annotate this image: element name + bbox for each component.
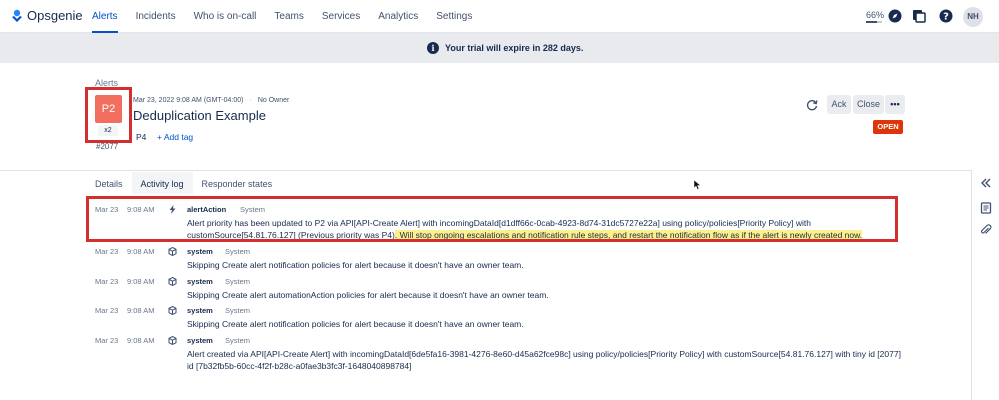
alert-count-badge: x2 bbox=[98, 125, 118, 136]
alert-date: Mar 23, 2022 9:08 AM (GMT-04:00) bbox=[133, 97, 244, 104]
log-actor: system bbox=[187, 306, 213, 315]
log-source: System bbox=[225, 277, 251, 286]
log-message: Skipping Create alert notification polic… bbox=[187, 319, 524, 329]
avatar[interactable]: NH bbox=[963, 7, 983, 27]
log-actor: system bbox=[187, 247, 213, 256]
nav-incidents[interactable]: Incidents bbox=[136, 0, 176, 33]
log-time: 9:08 AM bbox=[127, 247, 155, 256]
trial-banner: i Your trial will expire in 282 days. bbox=[0, 33, 999, 63]
log-message: Skipping Create alert notification polic… bbox=[187, 260, 524, 270]
log-time: 9:08 AM bbox=[127, 306, 155, 315]
tab-activity-log[interactable]: Activity log bbox=[131, 172, 193, 194]
refresh-icon[interactable] bbox=[805, 98, 819, 112]
side-panel bbox=[971, 170, 999, 400]
log-actor: system bbox=[187, 277, 213, 286]
main-nav: Alerts Incidents Who is on-call Teams Se… bbox=[92, 0, 490, 33]
tab-details[interactable]: Details bbox=[86, 172, 132, 194]
nav-settings[interactable]: Settings bbox=[436, 0, 472, 33]
log-source: System bbox=[225, 306, 251, 315]
app-name: Opsgenie bbox=[27, 8, 83, 23]
ack-button[interactable]: Ack bbox=[827, 95, 851, 114]
nav-analytics[interactable]: Analytics bbox=[378, 0, 418, 33]
log-time: 9:08 AM bbox=[127, 277, 155, 286]
help-icon[interactable]: ? bbox=[939, 9, 953, 23]
top-navigation: Opsgenie Alerts Incidents Who is on-call… bbox=[0, 0, 999, 33]
tab-bar: Details Activity log Responder states bbox=[86, 172, 281, 194]
log-date: Mar 23 bbox=[95, 306, 119, 315]
alert-title: Deduplication Example bbox=[133, 108, 266, 123]
cube-icon bbox=[168, 306, 177, 315]
meta-separator: · bbox=[249, 97, 252, 104]
log-source: System bbox=[225, 336, 251, 345]
apps-icon[interactable] bbox=[912, 9, 926, 23]
tab-responder-states[interactable]: Responder states bbox=[193, 172, 282, 194]
tiny-id: #2077 bbox=[96, 142, 119, 151]
opsgenie-logo-icon bbox=[12, 9, 22, 22]
log-date: Mar 23 bbox=[95, 247, 119, 256]
alert-meta: Mar 23, 2022 9:08 AM (GMT-04:00) · No Ow… bbox=[133, 97, 289, 104]
close-button[interactable]: Close bbox=[853, 95, 884, 114]
log-message: Skipping Create alert automationAction p… bbox=[187, 290, 549, 300]
logo[interactable]: Opsgenie bbox=[11, 8, 83, 23]
mouse-cursor-icon bbox=[694, 180, 702, 190]
cube-icon bbox=[168, 277, 177, 286]
add-tag-link[interactable]: + Add tag bbox=[157, 132, 193, 142]
more-actions-button[interactable]: ••• bbox=[885, 95, 905, 114]
attachment-icon[interactable] bbox=[980, 224, 992, 236]
priority-tag[interactable]: P4 bbox=[136, 132, 146, 142]
usage-bar bbox=[866, 21, 882, 23]
entry-annotation-box bbox=[86, 196, 898, 242]
priority-annotation-box: P2 x2 bbox=[85, 87, 132, 143]
log-message: Alert created via API[API-Create Alert] … bbox=[187, 349, 901, 371]
compass-icon[interactable] bbox=[888, 9, 902, 23]
log-date: Mar 23 bbox=[95, 277, 119, 286]
cube-icon bbox=[168, 247, 177, 256]
usage-bar-fill bbox=[866, 21, 877, 23]
collapse-icon[interactable] bbox=[980, 177, 992, 189]
notes-icon[interactable] bbox=[980, 202, 992, 214]
nav-teams[interactable]: Teams bbox=[274, 0, 303, 33]
alert-owner[interactable]: No Owner bbox=[258, 97, 290, 104]
svg-text:?: ? bbox=[943, 12, 949, 23]
priority-badge: P2 bbox=[95, 95, 122, 123]
usage-percent[interactable]: 66% bbox=[866, 10, 884, 20]
nav-alerts[interactable]: Alerts bbox=[92, 0, 118, 33]
log-source: System bbox=[225, 247, 251, 256]
status-badge: OPEN bbox=[873, 120, 903, 134]
banner-text: Your trial will expire in 282 days. bbox=[445, 43, 584, 53]
info-icon: i bbox=[427, 42, 439, 54]
log-date: Mar 23 bbox=[95, 336, 119, 345]
nav-who-is-on-call[interactable]: Who is on-call bbox=[194, 0, 257, 33]
nav-services[interactable]: Services bbox=[322, 0, 360, 33]
cube-icon bbox=[168, 336, 177, 345]
log-actor: system bbox=[187, 336, 213, 345]
log-time: 9:08 AM bbox=[127, 336, 155, 345]
